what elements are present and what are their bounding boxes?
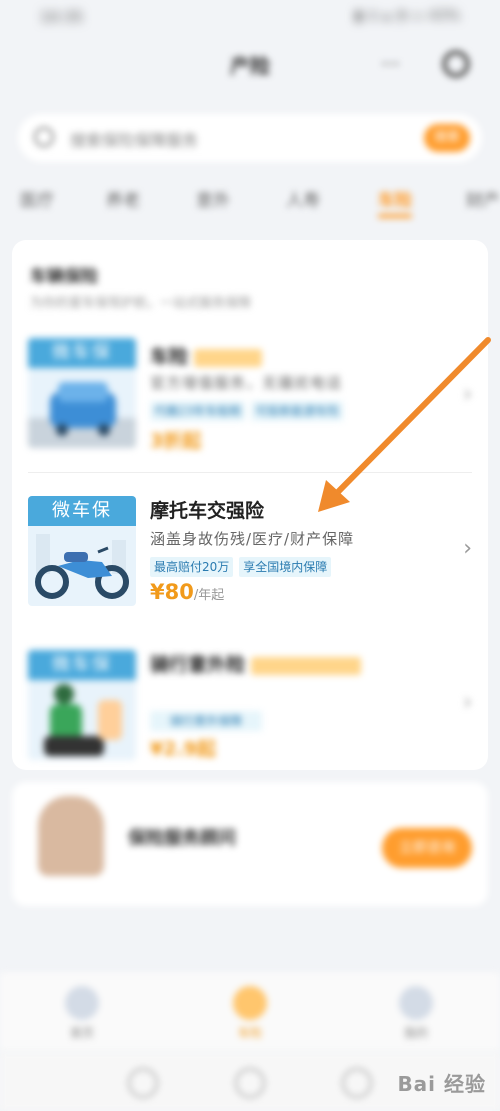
product-price: ¥2.9起 — [150, 738, 216, 760]
chip: 最高赔付20万 — [150, 557, 234, 577]
thumb-tag: 微车保 — [28, 650, 136, 680]
thumb-tag: 微车保 — [28, 496, 136, 526]
search-bar[interactable]: 搜索保险保障服务 搜索 — [18, 114, 482, 162]
consult-button[interactable]: 立即咨询 — [382, 828, 472, 868]
product-item-cycling[interactable]: 微车保 骑行意外险 骑行意外保障 ¥2.9起 › — [12, 650, 488, 780]
tab-property[interactable]: 财产 — [466, 186, 500, 211]
tab-life[interactable]: 人寿 — [286, 186, 320, 211]
nav-label: 我的 — [403, 1026, 428, 1040]
product-chips: 最高赔付20万 享全国境内保障 — [150, 556, 337, 577]
tab-accident[interactable]: 意外 — [196, 186, 230, 211]
product-badge — [251, 656, 362, 675]
settings-icon[interactable] — [442, 50, 470, 78]
rider-icon — [44, 684, 122, 756]
product-price: ¥80/年起 — [150, 580, 225, 604]
product-name: 摩托车交强险 — [150, 500, 265, 522]
agent-name: 保险服务顾问 — [128, 828, 236, 849]
more-icon[interactable]: ··· — [381, 52, 400, 76]
home-icon — [65, 986, 99, 1020]
arrow-annotation — [318, 337, 491, 512]
product-badge — [194, 348, 263, 367]
avatar — [38, 796, 104, 876]
nav-home[interactable]: 首页 — [42, 986, 122, 1041]
status-bar: 10:35 ▮ ⊙ ▴ ◔ ▭ 43% — [0, 0, 500, 36]
product-name: 车险 — [150, 342, 263, 369]
chip: 代缴23年车船税 — [150, 401, 246, 421]
nav-label: 首页 — [69, 1026, 94, 1040]
search-icon — [34, 127, 54, 147]
home-button-icon[interactable] — [235, 1068, 265, 1098]
nav-car[interactable]: 车险 — [210, 986, 290, 1041]
search-input[interactable]: 搜索保险保障服务 — [70, 127, 198, 151]
tab-car[interactable]: 车险 — [378, 186, 412, 211]
header: 产险 ··· — [0, 40, 500, 96]
tab-medical[interactable]: 医疗 — [20, 186, 54, 211]
product-price: 3折起 — [150, 430, 202, 452]
product-card: 车辆保险 为你的爱车保驾护航，一站式服务保障 微车保 车险 官方增值服务，无骚扰… — [12, 240, 491, 770]
motorcycle-icon — [35, 534, 129, 599]
product-chips: 骑行意外保障 — [150, 710, 268, 731]
product-name: 骑行意外险 — [150, 650, 362, 677]
section-subtitle: 为你的爱车保驾护航，一站式服务保障 — [30, 296, 252, 311]
agent-card: 保险服务顾问 立即咨询 — [12, 782, 488, 906]
nav-label: 车险 — [237, 1026, 262, 1040]
status-icons: ▮ ⊙ ▴ ◔ ▭ 43% — [354, 8, 460, 24]
recent-apps-icon[interactable] — [342, 1068, 372, 1098]
status-time: 10:35 — [40, 8, 84, 26]
watermark: Bai 经验 — [397, 1072, 486, 1096]
bottom-nav: 首页 车险 我的 — [0, 972, 500, 1052]
car-icon — [28, 382, 136, 448]
shield-icon — [233, 986, 267, 1020]
product-thumbnail: 微车保 — [28, 650, 136, 760]
chip: 骑行意外保障 — [150, 711, 263, 731]
tab-active-indicator — [378, 214, 412, 218]
user-icon — [399, 986, 433, 1020]
product-thumbnail: 微车保 — [28, 338, 136, 448]
product-description: 涵盖身故伤残/医疗/财产保障 — [150, 530, 355, 548]
section-title: 车辆保险 — [30, 267, 98, 287]
category-tabs: 医疗 养老 意外 人寿 车险 财产 — [0, 180, 500, 220]
chevron-right-icon: › — [463, 690, 472, 715]
search-button[interactable]: 搜索 — [424, 124, 470, 152]
tab-pension[interactable]: 养老 — [106, 186, 140, 211]
chevron-right-icon: › — [463, 536, 472, 561]
product-thumbnail: 微车保 — [28, 496, 136, 606]
chip: 享全国境内保障 — [239, 557, 332, 577]
nav-mine[interactable]: 我的 — [376, 986, 456, 1041]
back-icon[interactable] — [128, 1068, 158, 1098]
page-title: 产险 — [230, 54, 270, 78]
thumb-tag: 微车保 — [28, 338, 136, 368]
